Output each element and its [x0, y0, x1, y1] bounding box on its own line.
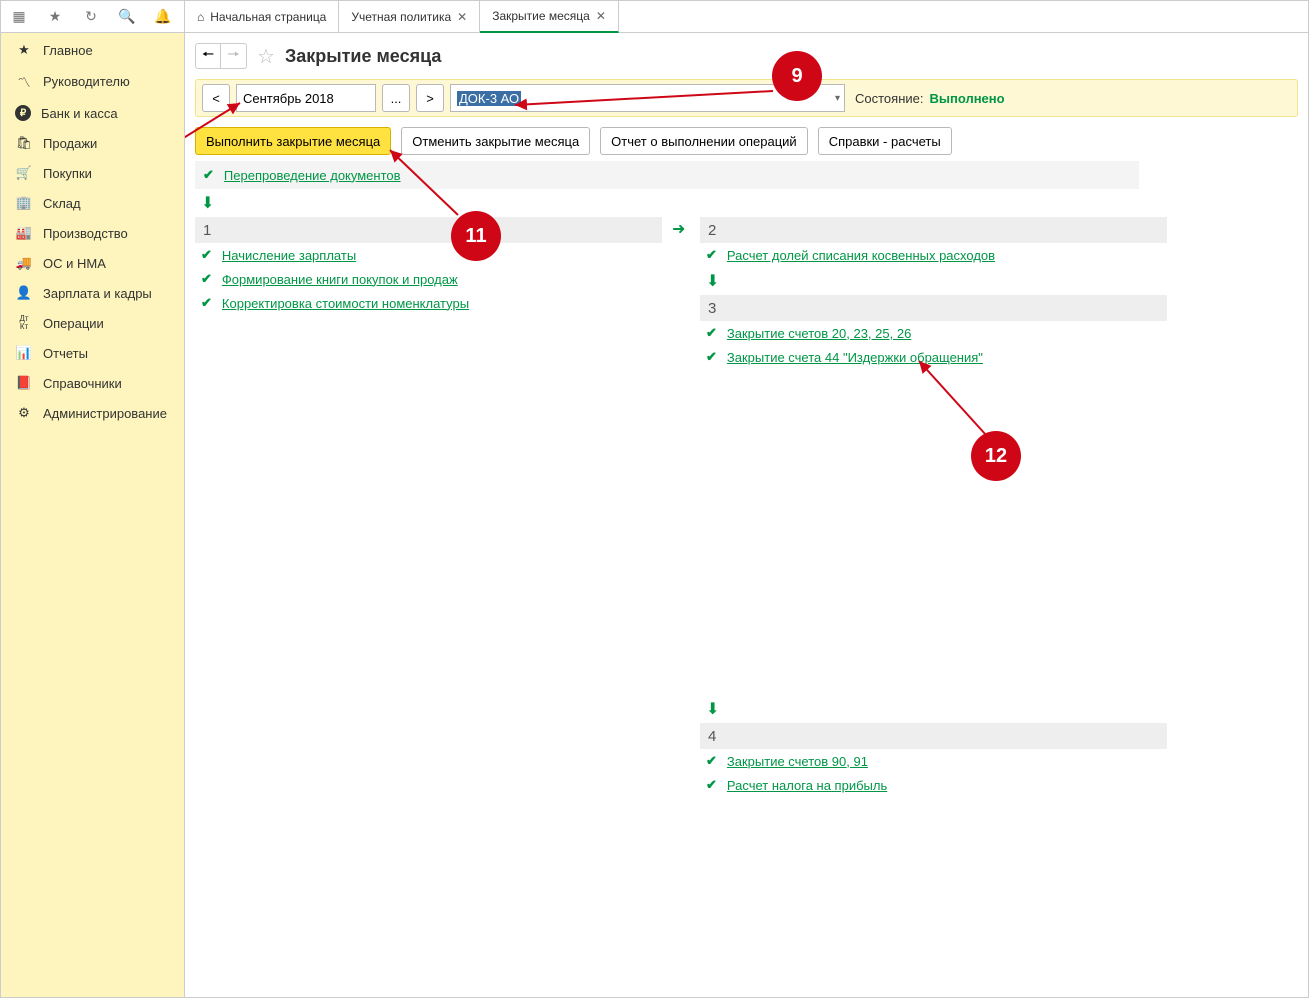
bag-icon: 🛍 [15, 135, 33, 151]
back-button[interactable]: 🠔 [195, 43, 221, 69]
sidebar-item-salary[interactable]: 👤Зарплата и кадры [1, 278, 184, 308]
building-icon: 🏢 [15, 195, 33, 211]
close-icon[interactable]: ✕ [596, 9, 606, 23]
vat-book-link[interactable]: Формирование книги покупок и продаж [222, 272, 458, 287]
sidebar-item-warehouse[interactable]: 🏢Склад [1, 188, 184, 218]
stage-header: 2 [700, 217, 1167, 243]
book-icon: 📕 [15, 375, 33, 391]
ruble-icon: ₽ [15, 105, 31, 121]
indirect-costs-link[interactable]: Расчет долей списания косвенных расходов [727, 248, 995, 263]
factory-icon: 🏭 [15, 225, 33, 241]
repost-row: ✔ Перепроведение документов [195, 161, 1139, 189]
dtkt-icon: ДтКт [15, 315, 33, 331]
tab-accounting-policy[interactable]: Учетная политика ✕ [339, 1, 480, 33]
tab-month-close[interactable]: Закрытие месяца ✕ [480, 1, 619, 33]
page-title: Закрытие месяца [285, 46, 441, 67]
content-area: 🠔 🠖 ☆ Закрытие месяца < ... > ДОК-3 АО ▾… [185, 33, 1308, 997]
check-icon: ✔ [201, 247, 212, 263]
profit-tax-link[interactable]: Расчет налога на прибыль [727, 778, 887, 793]
forward-button[interactable]: 🠖 [221, 43, 247, 69]
history-icon[interactable]: ↻ [73, 8, 109, 25]
right-column: 2 ✔ Расчет долей списания косвенных расхо… [700, 217, 1167, 797]
notifications-icon[interactable]: 🔔 [145, 8, 181, 25]
stage-header: 4 [700, 723, 1167, 749]
down-arrow-icon: ⬇ [706, 699, 1167, 719]
sidebar-item-production[interactable]: 🏭Производство [1, 218, 184, 248]
gear-icon: ⚙ [15, 405, 33, 421]
check-icon: ✔ [706, 325, 717, 341]
period-bar: < ... > ДОК-3 АО ▾ Состояние: Выполнено [195, 79, 1298, 117]
repost-documents-link[interactable]: Перепроведение документов [224, 168, 401, 183]
sidebar-item-bank[interactable]: ₽Банк и касса [1, 98, 184, 128]
prev-month-button[interactable]: < [202, 84, 230, 112]
state-label: Состояние: [855, 91, 923, 106]
star-icon: ★ [15, 42, 33, 58]
stage-header: 1 [195, 217, 662, 243]
state-value: Выполнено [929, 91, 1004, 106]
tab-label: Учетная политика [351, 10, 451, 24]
salary-accrual-link[interactable]: Начисление зарплаты [222, 248, 356, 263]
check-icon: ✔ [706, 247, 717, 263]
sidebar: ★Главное 〽Руководителю ₽Банк и касса 🛍Пр… [1, 33, 185, 997]
apps-icon[interactable]: ▦ [1, 8, 37, 25]
stage-header: 3 [700, 295, 1167, 321]
cancel-close-button[interactable]: Отменить закрытие месяца [401, 127, 590, 155]
sidebar-item-manager[interactable]: 〽Руководителю [1, 65, 184, 98]
right-arrow-icon: ➜ [672, 221, 685, 238]
truck-icon: 🚚 [15, 255, 33, 271]
search-icon[interactable]: 🔍 [109, 8, 145, 25]
check-icon: ✔ [706, 777, 717, 793]
close-90-91-link[interactable]: Закрытие счетов 90, 91 [727, 754, 868, 769]
period-input[interactable] [236, 84, 376, 112]
close-icon[interactable]: ✕ [457, 10, 467, 24]
tab-label: Закрытие месяца [492, 9, 590, 23]
organization-value: ДОК-3 АО [457, 91, 521, 106]
favorite-icon[interactable]: ★ [37, 8, 73, 25]
sidebar-item-assets[interactable]: 🚚ОС и НМА [1, 248, 184, 278]
next-month-button[interactable]: > [416, 84, 444, 112]
check-icon: ✔ [706, 753, 717, 769]
check-icon: ✔ [706, 349, 717, 365]
stage-1-column: 1 ✔ Начисление зарплаты ✔ Формирование кни… [195, 217, 662, 797]
down-arrow-icon: ⬇ [201, 193, 1298, 213]
chevron-down-icon[interactable]: ▾ [835, 93, 840, 104]
cost-adjustment-link[interactable]: Корректировка стоимости номенклатуры [222, 296, 469, 311]
operations-report-button[interactable]: Отчет о выполнении операций [600, 127, 808, 155]
run-close-button[interactable]: Выполнить закрытие месяца [195, 127, 391, 155]
person-icon: 👤 [15, 285, 33, 301]
check-icon: ✔ [203, 167, 214, 183]
organization-select[interactable]: ДОК-3 АО ▾ [450, 84, 845, 112]
cart-icon: 🛒 [15, 165, 33, 181]
tab-bar: ⌂ Начальная страница Учетная политика ✕ … [185, 1, 1308, 32]
check-icon: ✔ [201, 271, 212, 287]
close-20-23-25-26-link[interactable]: Закрытие счетов 20, 23, 25, 26 [727, 326, 911, 341]
period-more-button[interactable]: ... [382, 84, 410, 112]
tab-home[interactable]: ⌂ Начальная страница [185, 1, 339, 33]
sidebar-item-sales[interactable]: 🛍Продажи [1, 128, 184, 158]
sidebar-item-admin[interactable]: ⚙Администрирование [1, 398, 184, 428]
chart-icon: 〽 [15, 72, 33, 91]
down-arrow-icon: ⬇ [706, 271, 1167, 291]
sidebar-item-operations[interactable]: ДтКтОперации [1, 308, 184, 338]
report-icon: 📊 [15, 345, 33, 361]
sidebar-item-main[interactable]: ★Главное [1, 35, 184, 65]
references-button[interactable]: Справки - расчеты [818, 127, 952, 155]
sidebar-item-purchases[interactable]: 🛒Покупки [1, 158, 184, 188]
sidebar-item-reports[interactable]: 📊Отчеты [1, 338, 184, 368]
tab-label: Начальная страница [210, 10, 326, 24]
favorite-star-icon[interactable]: ☆ [257, 44, 275, 69]
check-icon: ✔ [201, 295, 212, 311]
sidebar-item-refs[interactable]: 📕Справочники [1, 368, 184, 398]
close-44-link[interactable]: Закрытие счета 44 "Издержки обращения" [727, 350, 983, 365]
home-icon: ⌂ [197, 10, 204, 24]
